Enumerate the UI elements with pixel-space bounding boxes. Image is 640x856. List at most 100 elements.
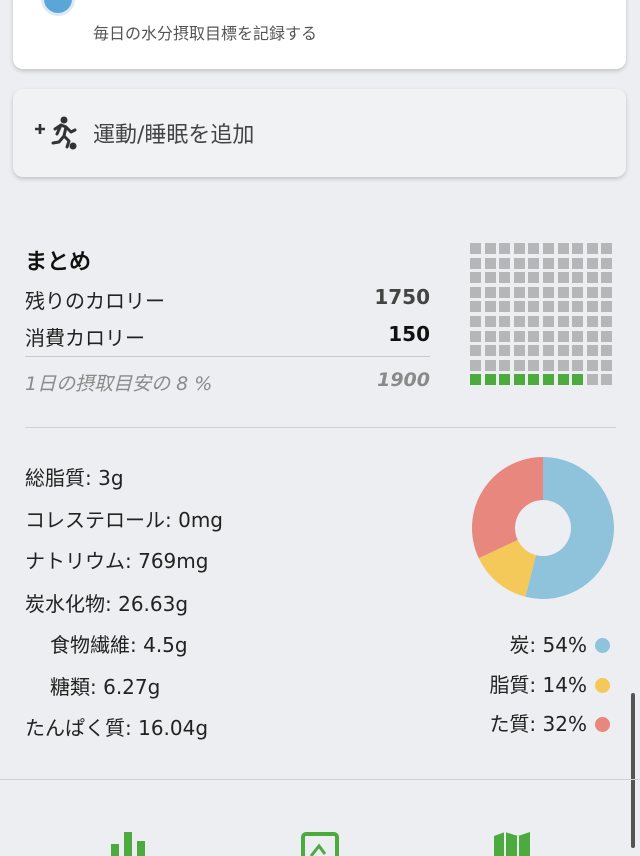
protein-slice: [472, 457, 543, 559]
grid-cell: [572, 359, 584, 371]
bar-chart-icon[interactable]: [109, 832, 149, 856]
grid-cell: [499, 257, 511, 269]
grid-cell: [528, 301, 540, 313]
bottom-nav-divider: [0, 779, 640, 780]
grid-cell: [601, 301, 613, 313]
grid-cell: [484, 243, 496, 254]
remaining-calories-value: 1750: [374, 285, 430, 309]
grid-cell: [557, 330, 569, 342]
grid-cell: [557, 243, 569, 254]
grid-cell: [470, 330, 481, 342]
grid-cell: [543, 243, 554, 254]
grid-cell: [470, 359, 481, 371]
grid-cell: [470, 301, 481, 313]
grid-cell: [586, 374, 598, 386]
grid-cell: [528, 257, 540, 269]
add-exercise-button[interactable]: 運動/睡眠を追加: [13, 89, 626, 177]
grid-cell: [586, 286, 598, 298]
grid-cell: [528, 359, 540, 371]
grid-cell: [484, 316, 496, 327]
grid-cell: [586, 330, 598, 342]
grid-cell: [484, 330, 496, 342]
grid-cell: [499, 374, 511, 386]
grid-cell: [601, 374, 613, 386]
grid-cell: [484, 272, 496, 284]
grid-cell: [557, 301, 569, 313]
add-exercise-icon: [35, 116, 77, 150]
grid-cell: [572, 374, 584, 386]
grid-cell: [572, 330, 584, 342]
grid-cell: [601, 359, 613, 371]
summary-title: まとめ: [25, 250, 92, 275]
grid-cell: [543, 374, 554, 386]
grid-cell: [557, 359, 569, 371]
grid-cell: [572, 286, 584, 298]
grid-cell: [513, 257, 525, 269]
legend-protein-label: た質: 32%: [489, 712, 587, 736]
grid-cell: [543, 272, 554, 284]
grid-cell: [557, 286, 569, 298]
grid-cell: [499, 345, 511, 357]
summary-divider: [25, 356, 430, 357]
grid-cell: [499, 359, 511, 371]
add-exercise-label: 運動/睡眠を追加: [93, 123, 255, 148]
image-icon[interactable]: [301, 832, 341, 856]
grid-cell: [513, 243, 525, 254]
grid-cell: [499, 243, 511, 254]
water-card[interactable]: 毎日の水分摂取目標を記録する: [13, 0, 626, 69]
grid-cell: [513, 272, 525, 284]
legend-carbs-label: 炭: 54%: [509, 633, 587, 657]
grid-cell: [586, 243, 598, 254]
grid-cell: [470, 316, 481, 327]
nutrient-sugar: 糖類: 6.27g: [50, 675, 161, 699]
grid-cell: [543, 359, 554, 371]
grid-cell: [470, 243, 481, 254]
grid-cell: [528, 345, 540, 357]
grid-cell: [513, 374, 525, 386]
grid-cell: [484, 286, 496, 298]
grid-cell: [586, 316, 598, 327]
grid-cell: [499, 301, 511, 313]
grid-cell: [470, 345, 481, 357]
grid-cell: [572, 345, 584, 357]
nutrient-protein: たんぱく質: 16.04g: [25, 716, 209, 740]
grid-cell: [470, 257, 481, 269]
grid-cell: [572, 257, 584, 269]
macro-donut-chart: [472, 457, 614, 599]
grid-cell: [513, 286, 525, 298]
legend-protein: た質: 32%: [489, 708, 610, 737]
remaining-calories-label: 残りのカロリー: [25, 289, 165, 313]
remaining-calories-row: 残りのカロリー 1750: [25, 285, 430, 314]
grid-cell: [572, 272, 584, 284]
grid-cell: [557, 374, 569, 386]
grid-cell: [601, 243, 613, 254]
grid-cell: [543, 330, 554, 342]
grid-cell: [572, 316, 584, 327]
grid-cell: [528, 374, 540, 386]
grid-cell: [543, 286, 554, 298]
grid-cell: [470, 272, 481, 284]
burned-calories-label: 消費カロリー: [25, 326, 145, 350]
burned-calories-value: 150: [388, 322, 430, 346]
nutrient-fiber: 食物繊維: 4.5g: [50, 633, 188, 657]
grid-cell: [499, 316, 511, 327]
grid-cell: [499, 272, 511, 284]
daily-intake-value: 1900: [377, 369, 430, 391]
protein-dot-icon: [595, 717, 610, 732]
grid-cell: [528, 286, 540, 298]
water-subtitle: 毎日の水分摂取目標を記録する: [93, 24, 318, 43]
section-divider: [25, 427, 616, 428]
grid-cell: [484, 301, 496, 313]
grid-cell: [586, 257, 598, 269]
scrollbar[interactable]: [631, 693, 635, 848]
grid-cell: [513, 316, 525, 327]
grid-cell: [586, 301, 598, 313]
map-icon[interactable]: [492, 832, 532, 856]
grid-cell: [470, 286, 481, 298]
grid-cell: [557, 345, 569, 357]
grid-cell: [572, 243, 584, 254]
grid-cell: [586, 359, 598, 371]
legend-fat-label: 脂質: 14%: [489, 673, 587, 697]
grid-cell: [543, 345, 554, 357]
grid-cell: [528, 272, 540, 284]
